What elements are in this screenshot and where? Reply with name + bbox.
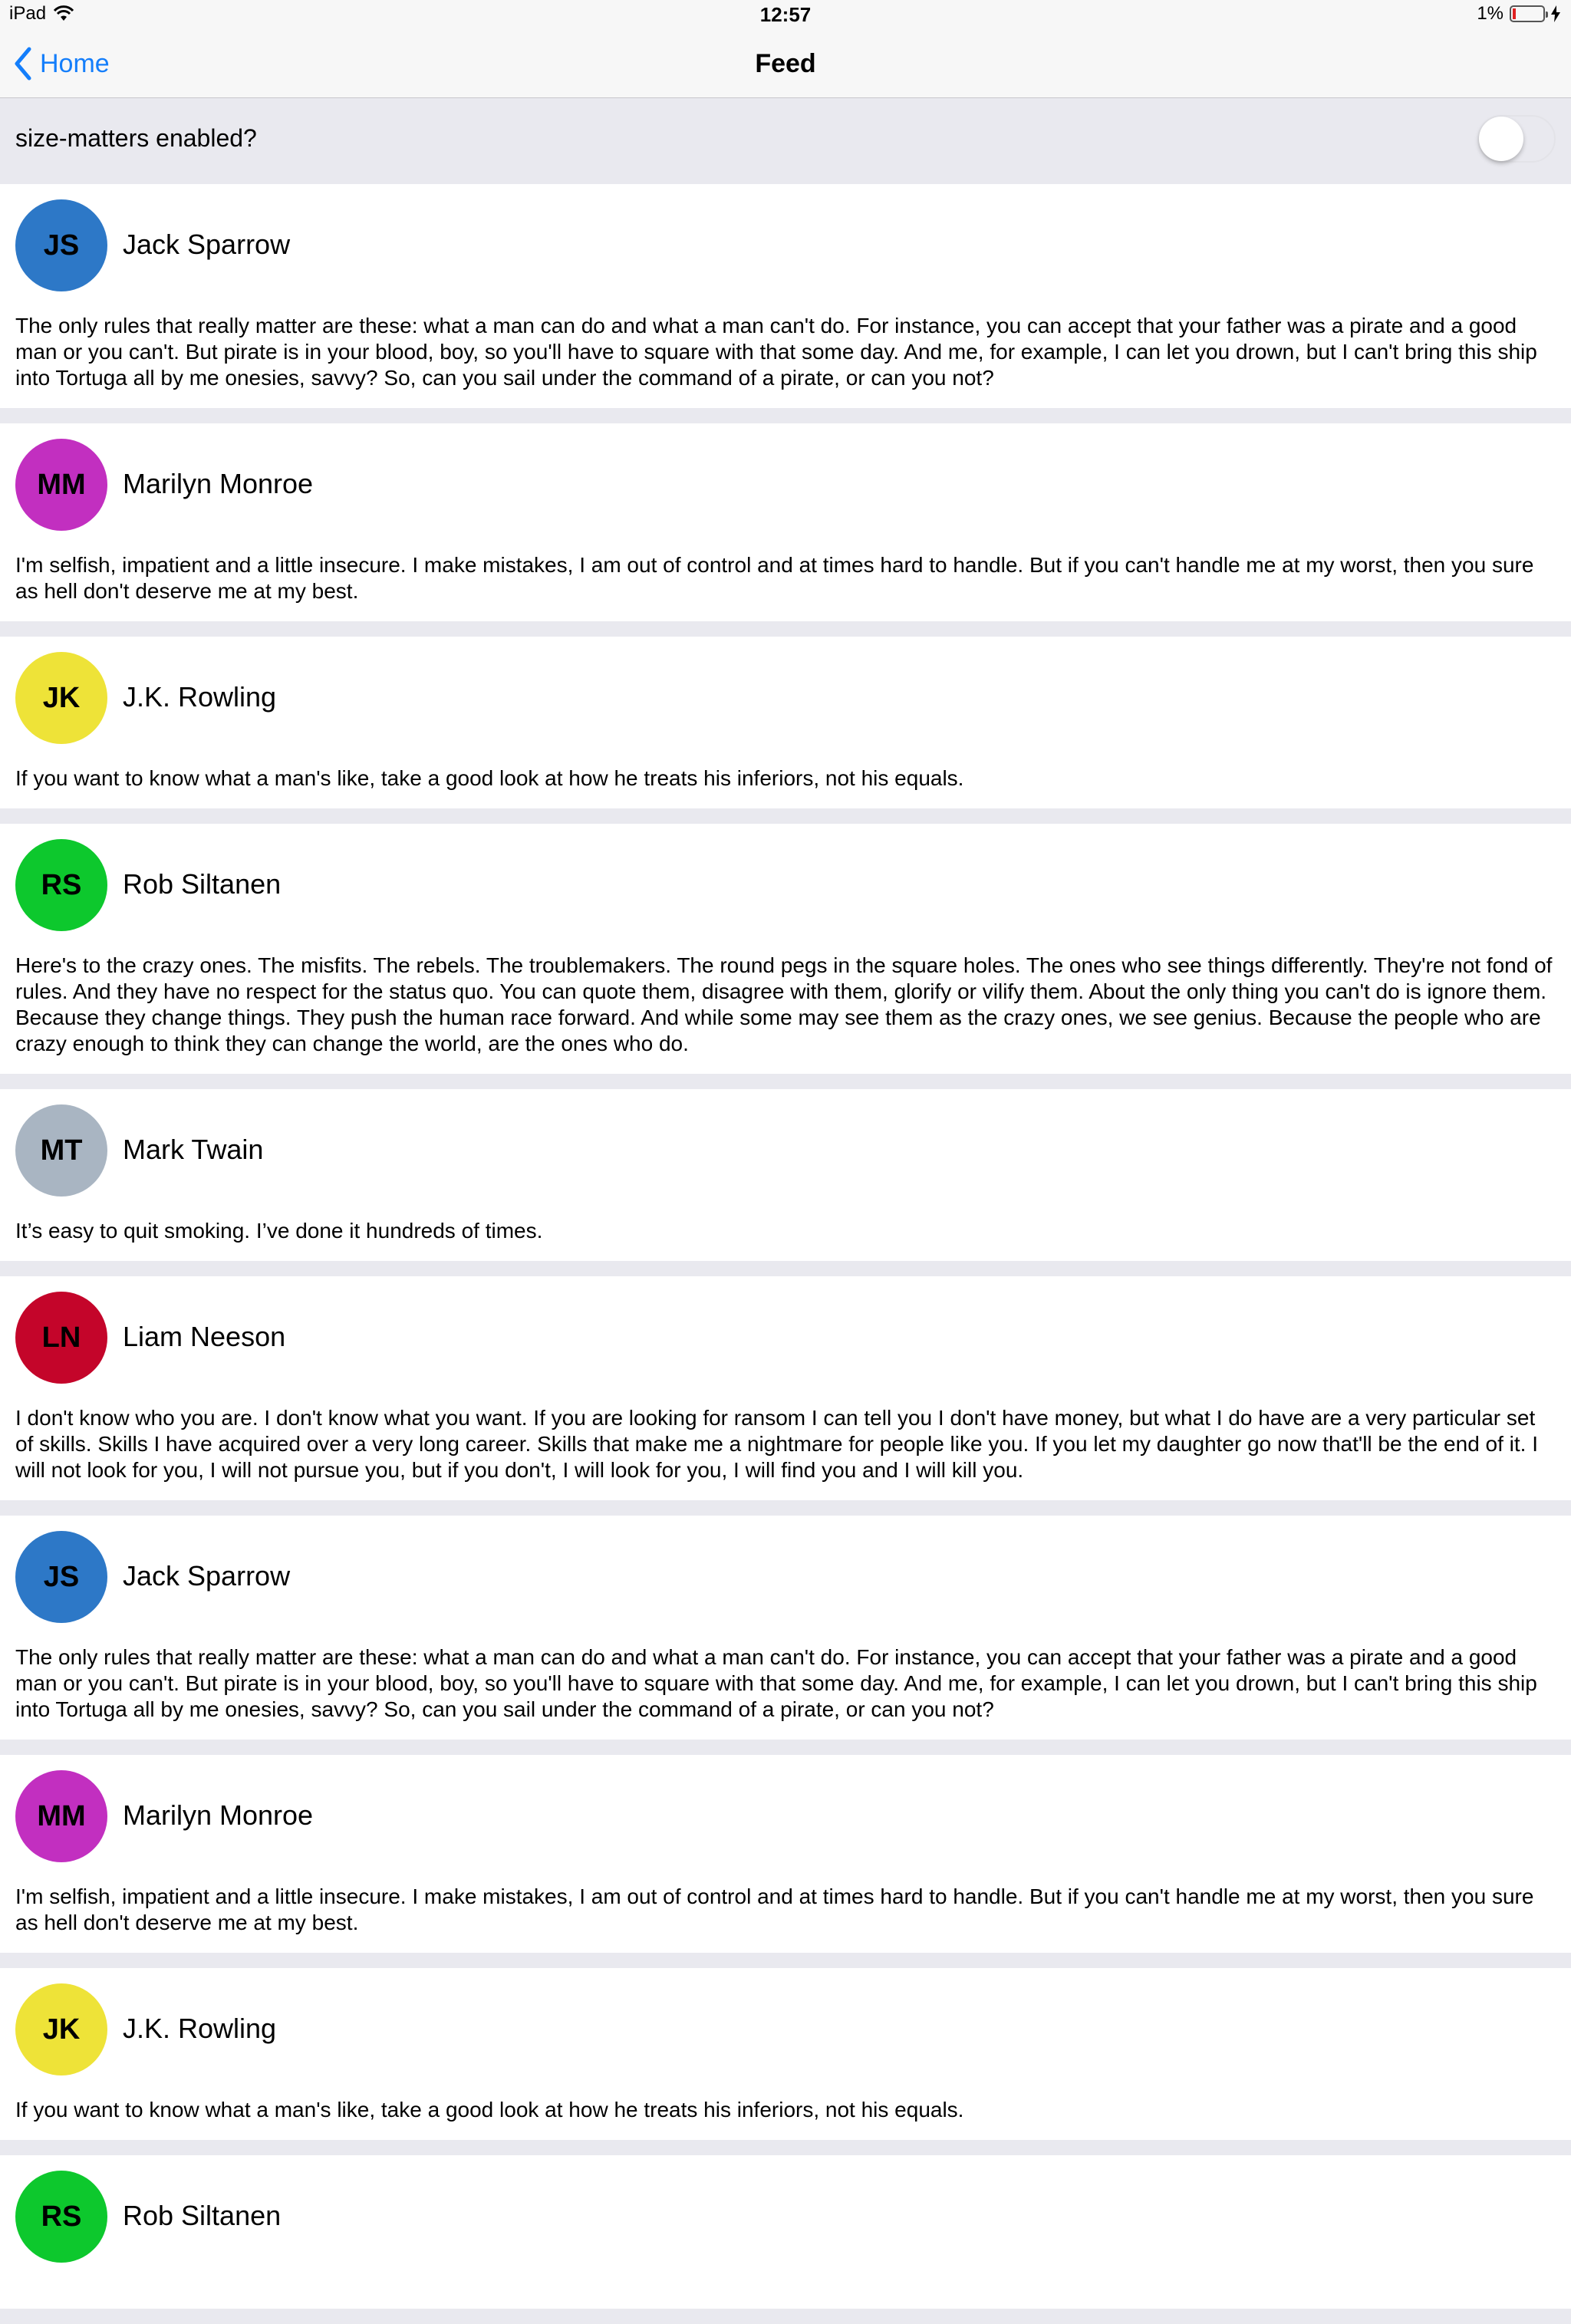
switch-knob — [1479, 117, 1523, 161]
feed-card: RS Rob Siltanen — [0, 2155, 1571, 2309]
feed-card: RS Rob Siltanen Here's to the crazy ones. … — [0, 824, 1571, 1074]
card-header: JS Jack Sparrow — [0, 184, 1571, 291]
card-header: RS Rob Siltanen — [0, 824, 1571, 931]
avatar: JK — [15, 1983, 107, 2075]
quote-text: I'm selfish, impatient and a little inse… — [15, 1885, 1534, 1934]
feed-card: LN Liam Neeson I don't know who you are. I… — [0, 1276, 1571, 1500]
avatar: JS — [15, 199, 107, 291]
quote-text: Here's to the crazy ones. The misfits. T… — [15, 953, 1553, 1055]
size-matters-switch[interactable] — [1477, 115, 1556, 163]
quote-text: The only rules that really matter are th… — [15, 314, 1537, 390]
quote-text: The only rules that really matter are th… — [15, 1645, 1537, 1721]
toggle-label: size-matters enabled? — [15, 124, 257, 152]
avatar: LN — [15, 1292, 107, 1384]
card-header: MT Mark Twain — [0, 1089, 1571, 1197]
author-name: Jack Sparrow — [123, 229, 291, 260]
card-header: JS Jack Sparrow — [0, 1516, 1571, 1623]
avatar: MM — [15, 439, 107, 531]
card-header: LN Liam Neeson — [0, 1276, 1571, 1384]
card-header: JK J.K. Rowling — [0, 1968, 1571, 2075]
avatar: RS — [15, 2171, 107, 2263]
navigation-bar: Home Feed — [0, 32, 1571, 98]
status-bar: iPad 12:57 1% — [0, 0, 1571, 32]
battery-icon — [1510, 5, 1548, 22]
avatar: JS — [15, 1531, 107, 1623]
author-name: Jack Sparrow — [123, 1560, 291, 1592]
card-header: JK J.K. Rowling — [0, 637, 1571, 744]
card-header: MM Marilyn Monroe — [0, 423, 1571, 531]
feed-list: JS Jack Sparrow The only rules that really… — [0, 184, 1571, 2324]
feed-card: JK J.K. Rowling If you want to know what a… — [0, 637, 1571, 808]
author-name: Rob Siltanen — [123, 868, 282, 900]
feed-card: MM Marilyn Monroe I'm selfish, impatient a… — [0, 423, 1571, 621]
feed-card: JS Jack Sparrow The only rules that really… — [0, 1516, 1571, 1740]
author-name: Mark Twain — [123, 1134, 264, 1165]
author-name: Marilyn Monroe — [123, 1799, 314, 1831]
author-name: J.K. Rowling — [123, 2013, 277, 2044]
feed-card: JS Jack Sparrow The only rules that really… — [0, 184, 1571, 408]
quote-text: I'm selfish, impatient and a little inse… — [15, 553, 1534, 603]
avatar: JK — [15, 652, 107, 744]
author-name: Liam Neeson — [123, 1321, 286, 1352]
card-header: RS Rob Siltanen — [0, 2155, 1571, 2263]
quote-text: If you want to know what a man's like, t… — [15, 766, 964, 790]
avatar: RS — [15, 839, 107, 931]
feed-card: MT Mark Twain It’s easy to quit smoking. I… — [0, 1089, 1571, 1261]
avatar: MT — [15, 1104, 107, 1197]
author-name: Marilyn Monroe — [123, 468, 314, 499]
settings-toggle-row: size-matters enabled? — [0, 98, 1571, 184]
quote-text: It’s easy to quit smoking. I’ve done it … — [15, 1219, 543, 1243]
feed-card: MM Marilyn Monroe I'm selfish, impatient a… — [0, 1755, 1571, 1953]
quote-text: I don't know who you are. I don't know w… — [15, 1406, 1539, 1482]
author-name: Rob Siltanen — [123, 2200, 282, 2231]
card-header: MM Marilyn Monroe — [0, 1755, 1571, 1862]
charging-icon — [1551, 5, 1560, 22]
status-time: 12:57 — [759, 3, 812, 26]
nav-title: Feed — [755, 49, 816, 78]
avatar: MM — [15, 1770, 107, 1862]
author-name: J.K. Rowling — [123, 681, 277, 713]
feed-card: JK J.K. Rowling If you want to know what a… — [0, 1968, 1571, 2140]
battery-percent: 1% — [1477, 3, 1503, 24]
quote-text: If you want to know what a man's like, t… — [15, 2098, 964, 2122]
